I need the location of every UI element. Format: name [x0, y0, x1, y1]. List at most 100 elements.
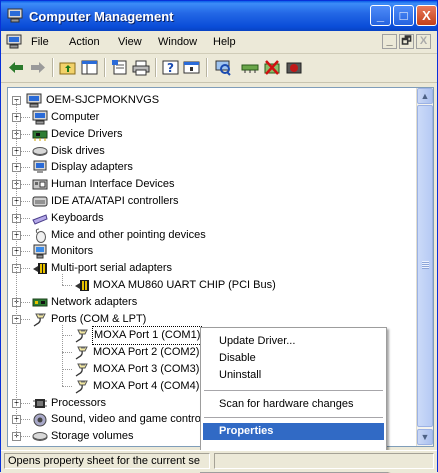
tree-node-label: Sound, video and game controllers — [51, 413, 221, 425]
scroll-up-button[interactable]: ▲ — [417, 88, 433, 104]
tree-node-label: Human Interface Devices — [51, 178, 175, 190]
tree-connector — [62, 352, 72, 353]
hid-icon — [32, 177, 48, 192]
tree-branch-line — [62, 325, 63, 386]
close-button[interactable]: X — [416, 5, 437, 26]
processor-icon — [32, 396, 48, 411]
menu-view[interactable]: View — [118, 36, 142, 48]
show-hide-tree-icon[interactable] — [81, 59, 99, 76]
port-icon — [74, 362, 90, 377]
menu-help[interactable]: Help — [213, 36, 236, 48]
properties-icon[interactable] — [111, 59, 129, 76]
port-icon — [74, 328, 90, 343]
maximize-button[interactable]: □ — [393, 5, 414, 26]
tree-node-label: Storage volumes — [51, 430, 134, 442]
menu-file[interactable]: File — [31, 36, 49, 48]
mdi-controls: _ 🗗 X — [380, 34, 431, 49]
tree-node-label: Network adapters — [51, 296, 138, 308]
tree-vertical-scrollbar[interactable]: ▲ ▼ — [416, 88, 433, 446]
tree-node-label: Computer — [51, 111, 100, 123]
toolbar: ? — [1, 54, 437, 83]
board-icon — [32, 127, 48, 142]
menu-bar: File Action View Window Help _ 🗗 X — [1, 31, 437, 54]
context-menu-item-update-driver[interactable]: Update Driver... — [203, 333, 384, 350]
window-title: Computer Management — [29, 9, 174, 24]
ide-icon — [32, 194, 48, 209]
status-text: Opens property sheet for the current se — [4, 453, 210, 469]
tree-connector — [62, 369, 72, 370]
scroll-thumb[interactable] — [417, 105, 433, 427]
menu-separator — [204, 417, 383, 418]
serial-adapter-icon — [32, 261, 48, 276]
tree-connector — [62, 386, 72, 387]
monitor-icon — [32, 244, 48, 259]
tree-branch-line — [62, 274, 63, 285]
tree-node-label: MOXA Port 3 (COM3) — [93, 363, 200, 375]
mdi-restore-button[interactable]: 🗗 — [399, 34, 414, 49]
port-icon — [74, 379, 90, 394]
tree-node-label: Multi-port serial adapters — [51, 262, 173, 274]
disable-icon[interactable] — [285, 59, 303, 76]
tree-node-label: Keyboards — [51, 212, 104, 224]
tree-node-label: Processors — [51, 397, 107, 409]
toolbar-separator — [206, 58, 208, 77]
title-bar[interactable]: Computer Management _ □ X — [1, 1, 437, 31]
display-icon — [32, 160, 48, 175]
svg-text:?: ? — [167, 61, 174, 75]
mouse-icon — [32, 228, 48, 243]
toolbar-separator — [155, 58, 157, 77]
tree-node-label: Display adapters — [51, 161, 133, 173]
toolbar-separator — [52, 58, 54, 77]
computer-icon — [32, 110, 48, 125]
status-panel — [214, 453, 434, 469]
back-icon[interactable] — [7, 59, 25, 76]
tree-node-label: Mice and other pointing devices — [51, 229, 206, 241]
tree-node-label: Ports (COM & LPT) — [51, 313, 147, 325]
mdi-close-button[interactable]: X — [416, 34, 431, 49]
port-icon — [74, 345, 90, 360]
toolbar-separator — [104, 58, 106, 77]
tree-node-label: MOXA MU860 UART CHIP (PCI Bus) — [93, 279, 276, 291]
menu-window[interactable]: Window — [158, 36, 197, 48]
mdi-minimize-button[interactable]: _ — [382, 34, 397, 49]
scroll-down-button[interactable]: ▼ — [417, 429, 433, 445]
uninstall-icon[interactable] — [263, 59, 281, 76]
sound-icon — [32, 412, 48, 427]
tree-connector — [62, 335, 72, 336]
print-icon[interactable] — [132, 59, 150, 76]
scroll-grip — [422, 261, 429, 269]
context-menu-item-disable[interactable]: Disable — [203, 350, 384, 367]
tree-node-label: MOXA Port 4 (COM4) — [93, 380, 200, 392]
minimize-button[interactable]: _ — [370, 5, 391, 26]
disk-icon — [32, 144, 48, 159]
tree-connector — [62, 285, 72, 286]
tree-trunk-line — [16, 100, 17, 436]
up-folder-icon[interactable] — [59, 59, 77, 76]
system-menu-icon[interactable] — [6, 34, 22, 49]
tree-node-label: Monitors — [51, 245, 94, 257]
tree-node-label: Disk drives — [51, 145, 105, 157]
menu-separator — [204, 390, 383, 391]
scan-hardware-icon[interactable] — [214, 59, 232, 76]
network-icon — [32, 295, 48, 310]
tree-node-label: IDE ATA/ATAPI controllers — [51, 195, 179, 207]
tree-node-label: MOXA Port 2 (COM2) — [93, 346, 200, 358]
menu-action[interactable]: Action — [69, 36, 100, 48]
computer-management-icon — [7, 8, 23, 23]
update-driver-icon[interactable] — [241, 59, 259, 76]
keyboard-icon — [32, 211, 48, 226]
help-icon[interactable]: ? — [162, 59, 180, 76]
tree-node-label: MOXA Port 1 (COM1) — [91, 326, 203, 345]
tree-root-label: OEM-SJCPMOKNVGS — [46, 94, 160, 106]
context-menu-item-scan-for-hardware-changes[interactable]: Scan for hardware changes — [203, 396, 384, 413]
console-icon[interactable] — [183, 59, 201, 76]
port-icon — [32, 312, 48, 327]
disk-icon — [32, 429, 48, 444]
computer-management-window: Computer Management _ □ X File Action Vi… — [0, 0, 438, 473]
context-menu-item-uninstall[interactable]: Uninstall — [203, 367, 384, 384]
serial-adapter-icon — [74, 278, 90, 293]
tree-node-label: Device Drivers — [51, 128, 123, 140]
status-bar: Opens property sheet for the current se — [1, 450, 437, 472]
context-menu-item-properties[interactable]: Properties — [203, 423, 384, 440]
forward-icon[interactable] — [29, 59, 47, 76]
